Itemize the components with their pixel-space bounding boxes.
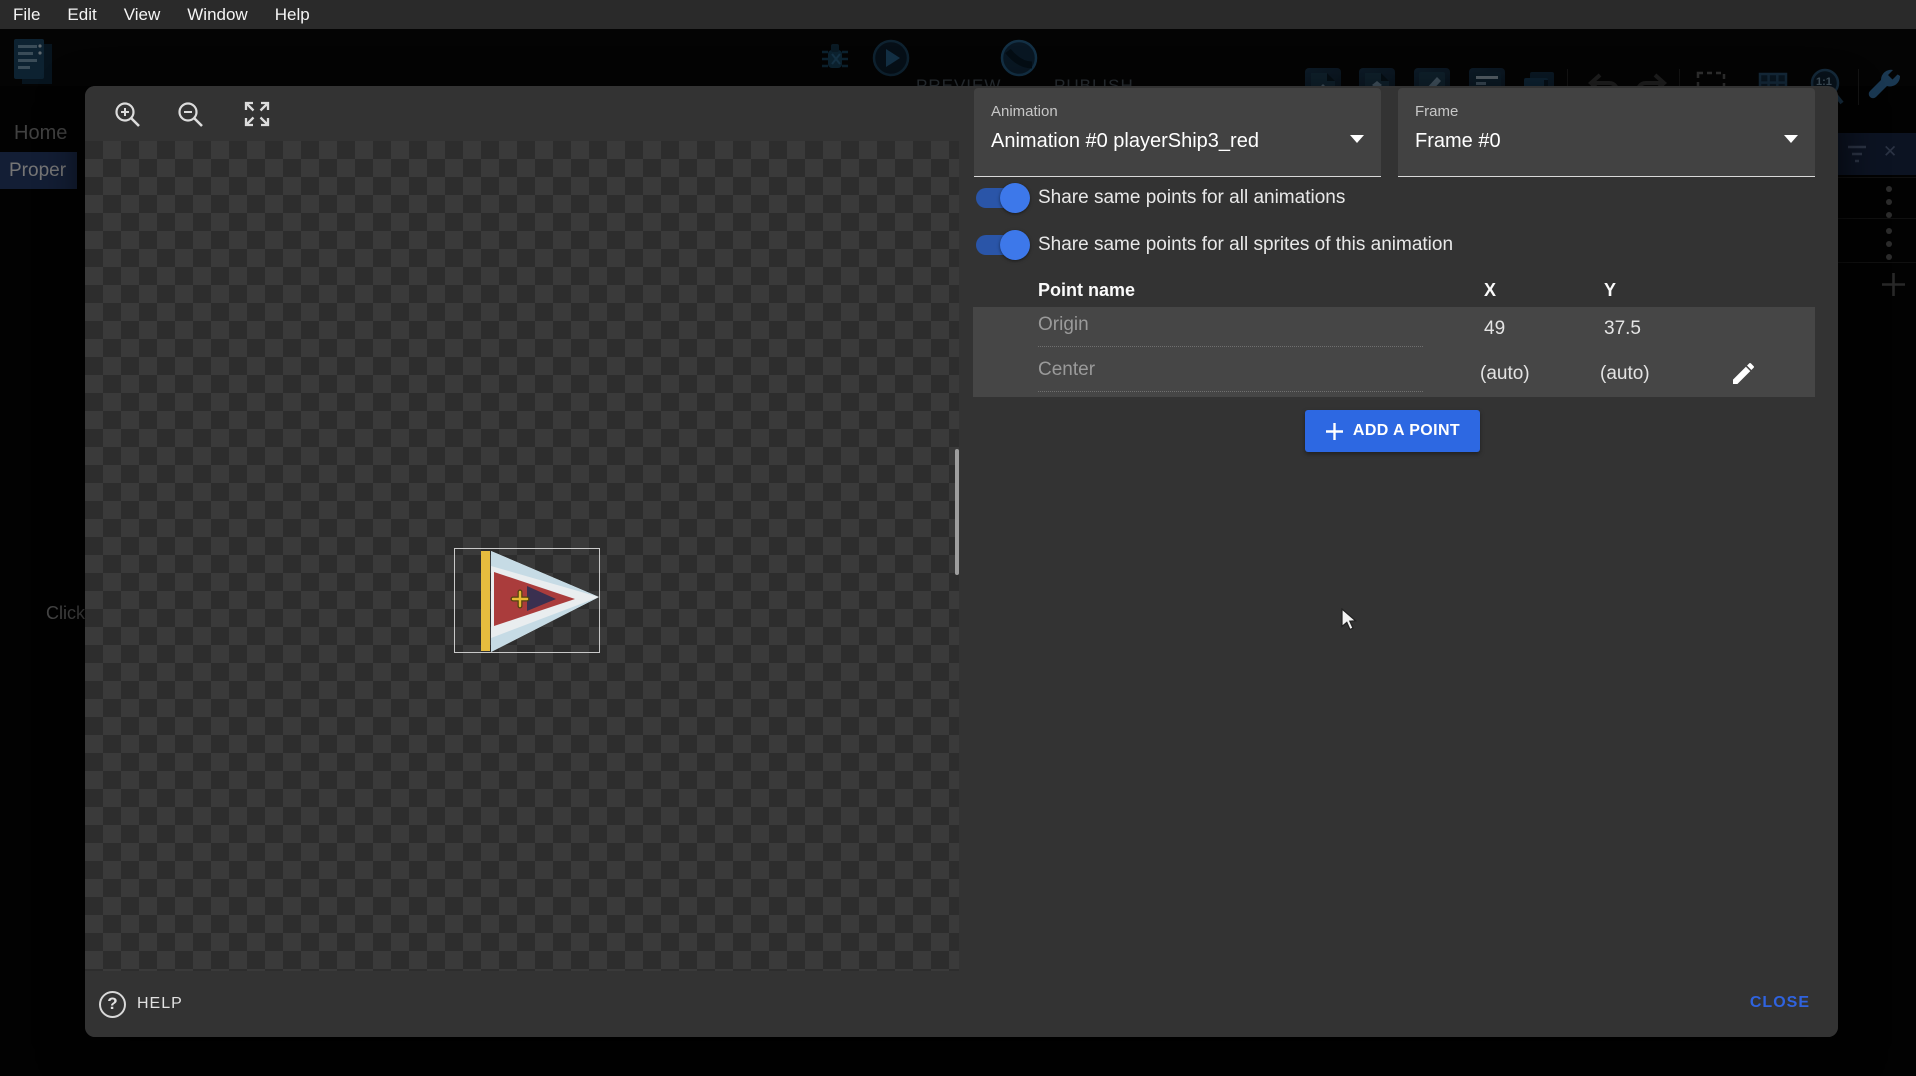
column-header-y: Y [1604,280,1616,301]
close-button[interactable]: CLOSE [1750,994,1810,1012]
menu-help[interactable]: Help [275,5,310,25]
animation-select-label: Animation [991,103,1058,120]
question-icon: ? [99,991,126,1018]
toggle-knob [1000,183,1030,213]
help-label: HELP [137,995,183,1013]
point-row-origin[interactable]: Origin 49 37.5 [973,307,1815,352]
frame-select-value: Frame #0 [1415,130,1501,153]
player-ship-sprite [455,549,601,654]
help-button[interactable]: ? HELP [99,987,183,1021]
point-y-field[interactable]: (auto) [1600,363,1650,385]
toggle-knob [1000,230,1030,260]
chevron-down-icon [1350,135,1364,143]
app-window: PREVIEW PUBLISH [0,0,1916,1076]
point-x-field[interactable]: 49 [1484,318,1505,340]
menu-view[interactable]: View [124,5,161,25]
canvas-toolbar [85,86,959,141]
menu-window[interactable]: Window [187,5,247,25]
canvas-vertical-scrollbar[interactable] [955,449,959,575]
chevron-down-icon [1784,135,1798,143]
point-name-field: Origin [1038,314,1423,347]
share-points-all-animations-toggle[interactable] [976,183,1030,213]
dialog-footer: ? HELP CLOSE [85,971,1838,1037]
add-point-button[interactable]: ADD A POINT [1305,410,1480,452]
plus-icon [1325,422,1344,441]
point-y-field[interactable]: 37.5 [1604,318,1641,340]
share-points-all-sprites-toggle[interactable] [976,230,1030,260]
point-name-field: Center [1038,359,1423,392]
points-editor-dialog: Animation Animation #0 playerShip3_red F… [85,86,1838,1037]
frame-select-label: Frame [1415,103,1458,120]
sprite-canvas[interactable] [85,141,959,971]
frame-select[interactable]: Frame Frame #0 [1398,88,1815,177]
column-header-x: X [1484,280,1496,301]
share-points-all-animations-label: Share same points for all animations [1038,187,1345,209]
animation-select-value: Animation #0 playerShip3_red [991,130,1259,153]
add-point-label: ADD A POINT [1353,422,1460,440]
share-points-all-sprites-label: Share same points for all sprites of thi… [1038,234,1453,256]
column-header-point-name: Point name [1038,280,1135,301]
fit-view-icon[interactable] [242,99,272,129]
menu-file[interactable]: File [13,5,40,25]
menu-edit[interactable]: Edit [67,5,96,25]
zoom-in-icon[interactable] [112,99,142,129]
point-x-field[interactable]: (auto) [1480,363,1530,385]
point-row-center[interactable]: Center (auto) (auto) [973,352,1815,397]
animation-select[interactable]: Animation Animation #0 playerShip3_red [974,88,1381,177]
menu-bar: File Edit View Window Help [0,0,1916,29]
zoom-out-icon[interactable] [175,99,205,129]
pencil-icon[interactable] [1731,362,1755,386]
sprite-selection-box[interactable] [454,548,600,653]
